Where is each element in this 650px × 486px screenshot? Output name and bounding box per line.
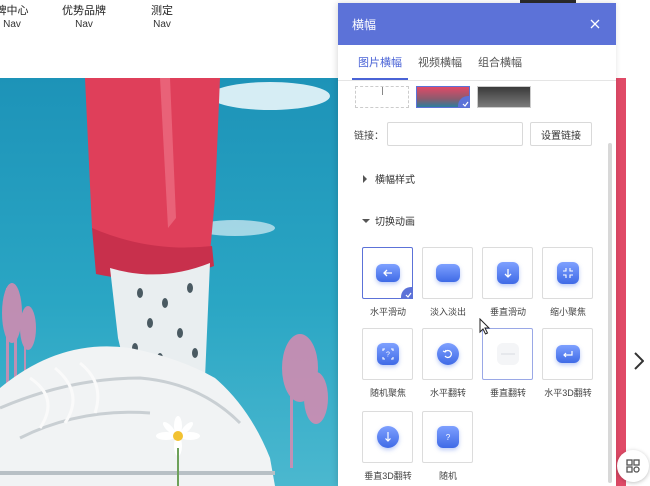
nav-sub-label: Nav bbox=[75, 19, 93, 30]
panel-title: 横幅 bbox=[352, 17, 377, 32]
shrink-focus-icon bbox=[556, 262, 579, 284]
anim-label: 垂直滑动 bbox=[489, 307, 526, 317]
nav-label: 优势品牌 bbox=[62, 5, 106, 17]
anim-box[interactable] bbox=[482, 247, 533, 299]
floating-grid-button[interactable] bbox=[617, 450, 649, 482]
link-row: 链接： 设置链接 bbox=[354, 122, 592, 146]
anim-box[interactable] bbox=[422, 328, 473, 380]
banner-image bbox=[0, 78, 340, 486]
anim-label: 垂直翻转 bbox=[489, 388, 526, 398]
grid-icon bbox=[626, 459, 640, 473]
anim-box[interactable]: ? bbox=[362, 328, 413, 380]
image-thumbnail[interactable] bbox=[477, 86, 531, 108]
check-icon bbox=[405, 292, 412, 298]
next-slide-button[interactable] bbox=[628, 344, 650, 378]
anim-option[interactable]: 水平3D翻转 bbox=[542, 328, 594, 399]
panel-header: 横幅 bbox=[338, 3, 616, 45]
arrow-left-icon bbox=[375, 264, 400, 282]
nav-item-brand-center[interactable]: 牌中心 Nav bbox=[0, 5, 32, 31]
anim-option[interactable]: 垂直3D翻转 bbox=[362, 411, 414, 482]
link-input[interactable] bbox=[387, 122, 523, 146]
anim-option[interactable]: 垂直翻转 bbox=[482, 328, 534, 399]
anim-label: 淡入淡出 bbox=[429, 307, 466, 317]
caret-right-icon bbox=[362, 174, 370, 183]
rotate-icon bbox=[436, 343, 459, 365]
anim-option[interactable]: 水平滑动 bbox=[362, 247, 414, 318]
svg-text:?: ? bbox=[445, 433, 450, 442]
arrow-down-icon bbox=[496, 262, 519, 284]
flip-vertical-icon bbox=[496, 343, 519, 365]
caret-down-icon bbox=[362, 217, 370, 225]
anim-box[interactable] bbox=[542, 328, 593, 380]
fade-icon bbox=[435, 264, 460, 282]
check-badge bbox=[458, 96, 470, 108]
anim-box[interactable] bbox=[422, 247, 473, 299]
section-banner-style[interactable]: 横幅样式 bbox=[362, 171, 415, 186]
random-icon: ? bbox=[436, 426, 459, 448]
flip-3d-horizontal-icon bbox=[555, 345, 580, 363]
nav-sub-label: Nav bbox=[3, 19, 21, 30]
anim-label: 缩小聚焦 bbox=[549, 307, 586, 317]
slot-marker bbox=[382, 87, 383, 95]
anim-box[interactable] bbox=[362, 411, 413, 463]
svg-text:?: ? bbox=[386, 352, 390, 359]
nav-sub-label: Nav bbox=[153, 19, 171, 30]
banner-illustration bbox=[0, 78, 330, 486]
anim-label: 水平翻转 bbox=[429, 388, 466, 398]
flip-3d-vertical-icon bbox=[376, 426, 399, 448]
anim-box[interactable] bbox=[542, 247, 593, 299]
panel-scrollbar[interactable] bbox=[608, 143, 612, 483]
set-link-button[interactable]: 设置链接 bbox=[530, 122, 592, 146]
anim-box[interactable] bbox=[362, 247, 413, 299]
anim-option[interactable]: 水平翻转 bbox=[422, 328, 474, 399]
anim-option[interactable]: 垂直滑动 bbox=[482, 247, 534, 318]
nav-label: 牌中心 bbox=[0, 5, 29, 17]
mouse-cursor-icon bbox=[479, 318, 491, 335]
close-icon bbox=[590, 19, 600, 29]
anim-label: 随机聚焦 bbox=[369, 388, 406, 398]
banner-edge-strip bbox=[616, 78, 626, 486]
nav-item-test[interactable]: 测定 Nav bbox=[138, 5, 186, 31]
anim-option[interactable]: 淡入淡出 bbox=[422, 247, 474, 318]
anim-label: 水平滑动 bbox=[369, 307, 406, 317]
anim-label: 水平3D翻转 bbox=[544, 388, 592, 398]
anim-label: 随机 bbox=[438, 471, 457, 481]
image-thumbnail-selected[interactable] bbox=[416, 86, 470, 108]
banner-thumbnails bbox=[355, 86, 535, 108]
check-badge bbox=[401, 287, 413, 299]
check-icon bbox=[462, 101, 469, 107]
add-image-slot[interactable] bbox=[355, 86, 409, 108]
anim-label: 垂直3D翻转 bbox=[364, 471, 412, 481]
section-switch-animation[interactable]: 切换动画 bbox=[362, 213, 415, 228]
random-focus-icon: ? bbox=[376, 343, 399, 365]
anim-option[interactable]: ? 随机 bbox=[422, 411, 474, 482]
anim-box[interactable]: ? bbox=[422, 411, 473, 463]
anim-option[interactable]: ? 随机聚焦 bbox=[362, 328, 414, 399]
link-label: 链接： bbox=[354, 130, 384, 142]
nav-label: 测定 bbox=[151, 5, 173, 17]
tab-image-banner[interactable]: 图片横幅 bbox=[352, 45, 408, 80]
anim-option[interactable]: 缩小聚焦 bbox=[542, 247, 594, 318]
banner-settings-panel: 横幅 图片横幅 视频横幅 组合横幅 链接： 设置链接 横幅样式 切换动画 水平滑… bbox=[338, 3, 616, 486]
tab-combo-banner[interactable]: 组合横幅 bbox=[472, 45, 528, 80]
chevron-right-icon bbox=[634, 352, 644, 370]
section-label: 横幅样式 bbox=[375, 175, 415, 186]
section-label: 切换动画 bbox=[375, 217, 415, 228]
banner-type-tabs: 图片横幅 视频横幅 组合横幅 bbox=[338, 45, 616, 81]
close-button[interactable] bbox=[588, 17, 602, 31]
tab-video-banner[interactable]: 视频横幅 bbox=[412, 45, 468, 80]
nav-item-advantage-brand[interactable]: 优势品牌 Nav bbox=[56, 5, 112, 31]
